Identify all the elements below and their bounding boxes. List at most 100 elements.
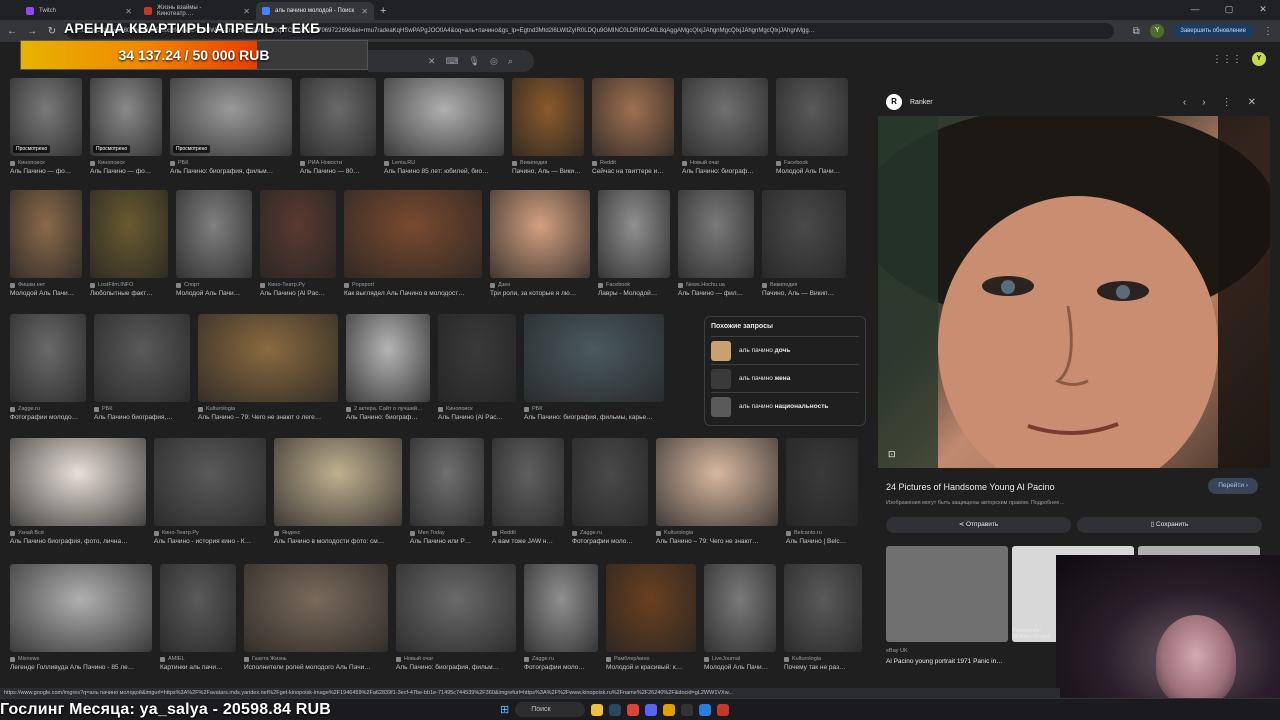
- close-window-icon[interactable]: ✕: [1246, 0, 1280, 20]
- image-caption[interactable]: Аль Пачино (Al Pac…: [260, 290, 336, 297]
- image-caption[interactable]: Почему так не раз…: [784, 664, 862, 671]
- image-result[interactable]: Zagge.ru Фотографии моло…: [572, 438, 648, 545]
- image-caption[interactable]: Пачино, Аль — Викип…: [762, 290, 846, 297]
- image-caption[interactable]: Сейчас на твиттере и…: [592, 168, 674, 175]
- image-result[interactable]: Facebook Лавры - Молодой…: [598, 190, 670, 297]
- update-button[interactable]: Завершить обновление: [1172, 24, 1254, 38]
- preview-site[interactable]: Ranker: [910, 99, 933, 106]
- image-result[interactable]: Belcanto.ru Аль Пачино | Belc…: [786, 438, 858, 545]
- image-result[interactable]: Reddit А вам тоже JAW н…: [492, 438, 564, 545]
- image-result[interactable]: Википедия Пачино, Аль — Викип…: [762, 190, 846, 297]
- image-thumbnail[interactable]: [786, 438, 858, 526]
- image-thumbnail[interactable]: [346, 314, 430, 402]
- image-caption[interactable]: Пачино, Аль — Вики…: [512, 168, 584, 175]
- image-thumbnail[interactable]: [384, 78, 504, 156]
- file-explorer-icon[interactable]: [591, 703, 604, 716]
- preview-image[interactable]: ⊡: [878, 116, 1270, 468]
- image-thumbnail[interactable]: Просмотрено: [170, 78, 292, 156]
- minimize-icon[interactable]: —: [1178, 0, 1212, 20]
- image-thumbnail[interactable]: [606, 564, 696, 652]
- image-result[interactable]: Просмотрено Кинопоиск Аль Пачино — фо…: [10, 78, 82, 175]
- image-thumbnail[interactable]: [10, 564, 152, 652]
- share-button[interactable]: ⋖ Отправить: [886, 517, 1071, 533]
- clear-icon[interactable]: ✕: [428, 56, 436, 67]
- image-result[interactable]: Кино-Театр.Ру Аль Пачино (Al Pac…: [260, 190, 336, 297]
- image-result[interactable]: Кинопоиск Аль Пачино (Al Pac…: [438, 314, 516, 421]
- tab-twitch[interactable]: Twitch ✕: [20, 2, 138, 20]
- apps-icon[interactable]: ⋮⋮⋮: [1212, 54, 1242, 65]
- image-thumbnail[interactable]: [512, 78, 584, 156]
- image-caption[interactable]: Аль Пачино: биография, фильмы, карье…: [524, 414, 664, 421]
- forward-icon[interactable]: →: [26, 26, 38, 37]
- image-result[interactable]: Газета Жизнь Исполнители ролей молодого А…: [244, 564, 388, 671]
- image-result[interactable]: Men Today Аль Пачино или P…: [410, 438, 484, 545]
- image-caption[interactable]: Фотографии моло…: [572, 538, 648, 545]
- image-caption[interactable]: Молодой Аль Пачи…: [176, 290, 252, 297]
- tab-kinoteatr[interactable]: Жизнь взаймы - Кинотеатр.… ✕: [138, 2, 256, 20]
- app-icon[interactable]: [717, 703, 730, 716]
- image-result[interactable]: РБК Аль Пачино: биография, фильмы, карье…: [524, 314, 664, 421]
- image-caption[interactable]: Аль Пачино: биограф…: [346, 414, 430, 421]
- image-thumbnail[interactable]: [90, 190, 168, 278]
- image-caption[interactable]: Молодой и красивый: к…: [606, 664, 696, 671]
- image-result[interactable]: Узнай Всё Аль Пачино биография, фото, лич…: [10, 438, 146, 545]
- image-result[interactable]: Википедия Пачино, Аль — Вики…: [512, 78, 584, 175]
- discord-icon[interactable]: [645, 703, 658, 716]
- image-caption[interactable]: Легенде Голливуда Аль Пачино - 85 ле…: [10, 664, 152, 671]
- related-item[interactable]: аль пачино дочь: [711, 336, 859, 364]
- extensions-icon[interactable]: ⧉: [1130, 26, 1142, 37]
- keyboard-icon[interactable]: ⌨: [446, 56, 459, 67]
- image-thumbnail[interactable]: [598, 190, 670, 278]
- image-result[interactable]: AMIEL Картинки аль пачи…: [160, 564, 236, 671]
- obs-icon[interactable]: [681, 703, 694, 716]
- image-thumbnail[interactable]: [776, 78, 848, 156]
- image-result[interactable]: Mixnews Легенде Голливуда Аль Пачино - 85…: [10, 564, 152, 671]
- image-thumbnail[interactable]: [10, 438, 146, 526]
- image-thumbnail[interactable]: [492, 438, 564, 526]
- image-caption[interactable]: Аль Пачино — фо…: [10, 168, 82, 175]
- image-thumbnail[interactable]: [198, 314, 338, 402]
- image-result[interactable]: News.Hochu.ua Аль Пачино — фил…: [678, 190, 754, 297]
- image-result[interactable]: Спорт Молодой Аль Пачи…: [176, 190, 252, 297]
- image-caption[interactable]: Три роли, за которые я лю…: [490, 290, 590, 297]
- back-icon[interactable]: ←: [6, 26, 18, 37]
- image-result[interactable]: РБК Аль Пачино биография,…: [94, 314, 190, 421]
- search-box[interactable]: ✕ ⌨ 🎙 ◎ ⌕: [368, 50, 534, 72]
- image-result[interactable]: Яндекс Аль Пачино в молодости фото: см…: [274, 438, 402, 545]
- next-icon[interactable]: ›: [1202, 97, 1205, 108]
- image-caption[interactable]: Аль Пачино — фо…: [90, 168, 162, 175]
- image-result[interactable]: LiveJournal Молодой Аль Пачи…: [704, 564, 776, 671]
- image-caption[interactable]: Картинки аль пачи…: [160, 664, 236, 671]
- maximize-icon[interactable]: ▢: [1212, 0, 1246, 20]
- lens-icon[interactable]: ◎: [490, 56, 498, 67]
- image-thumbnail[interactable]: [682, 78, 768, 156]
- image-thumbnail[interactable]: [176, 190, 252, 278]
- image-result[interactable]: Kulturologia Аль Пачино – 79: Чего не зна…: [656, 438, 778, 545]
- image-caption[interactable]: Аль Пачино – 79: Чего не знают…: [656, 538, 778, 545]
- image-thumbnail[interactable]: [94, 314, 190, 402]
- mic-icon[interactable]: 🎙: [469, 56, 480, 67]
- app-icon[interactable]: [663, 703, 676, 716]
- image-caption[interactable]: Аль Пачино - история кино - К…: [154, 538, 266, 545]
- image-thumbnail[interactable]: [300, 78, 376, 156]
- image-caption[interactable]: Как выглядел Аль Пачино в молодост…: [344, 290, 482, 297]
- image-result[interactable]: Zagge.ru Фотографии молодо…: [10, 314, 86, 421]
- image-caption[interactable]: Аль Пачино биография,…: [94, 414, 190, 421]
- more-icon[interactable]: ⋮: [1222, 97, 1232, 108]
- close-icon[interactable]: ✕: [243, 7, 250, 16]
- image-result[interactable]: Popsport Как выглядел Аль Пачино в молодо…: [344, 190, 482, 297]
- steam-icon[interactable]: [609, 703, 622, 716]
- image-caption[interactable]: Аль Пачино: биография, фильм…: [170, 168, 292, 175]
- image-thumbnail[interactable]: [10, 190, 82, 278]
- image-caption[interactable]: Аль Пачино (Al Pac…: [438, 414, 516, 421]
- preview-title[interactable]: 24 Pictures of Handsome Young Al Pacino: [886, 482, 1055, 492]
- image-result[interactable]: 2 актера. Сайт о лучшей… Аль Пачино: биог…: [346, 314, 430, 421]
- image-thumbnail[interactable]: [274, 438, 402, 526]
- image-caption[interactable]: Фотографии молодо…: [10, 414, 86, 421]
- image-thumbnail[interactable]: [396, 564, 516, 652]
- image-result[interactable]: Kulturologia Почему так не раз…: [784, 564, 862, 671]
- image-caption[interactable]: Молодой Аль Пачи…: [704, 664, 776, 671]
- image-thumbnail[interactable]: [678, 190, 754, 278]
- image-caption[interactable]: Аль Пачино: биограф…: [682, 168, 768, 175]
- reload-icon[interactable]: ↻: [46, 26, 58, 37]
